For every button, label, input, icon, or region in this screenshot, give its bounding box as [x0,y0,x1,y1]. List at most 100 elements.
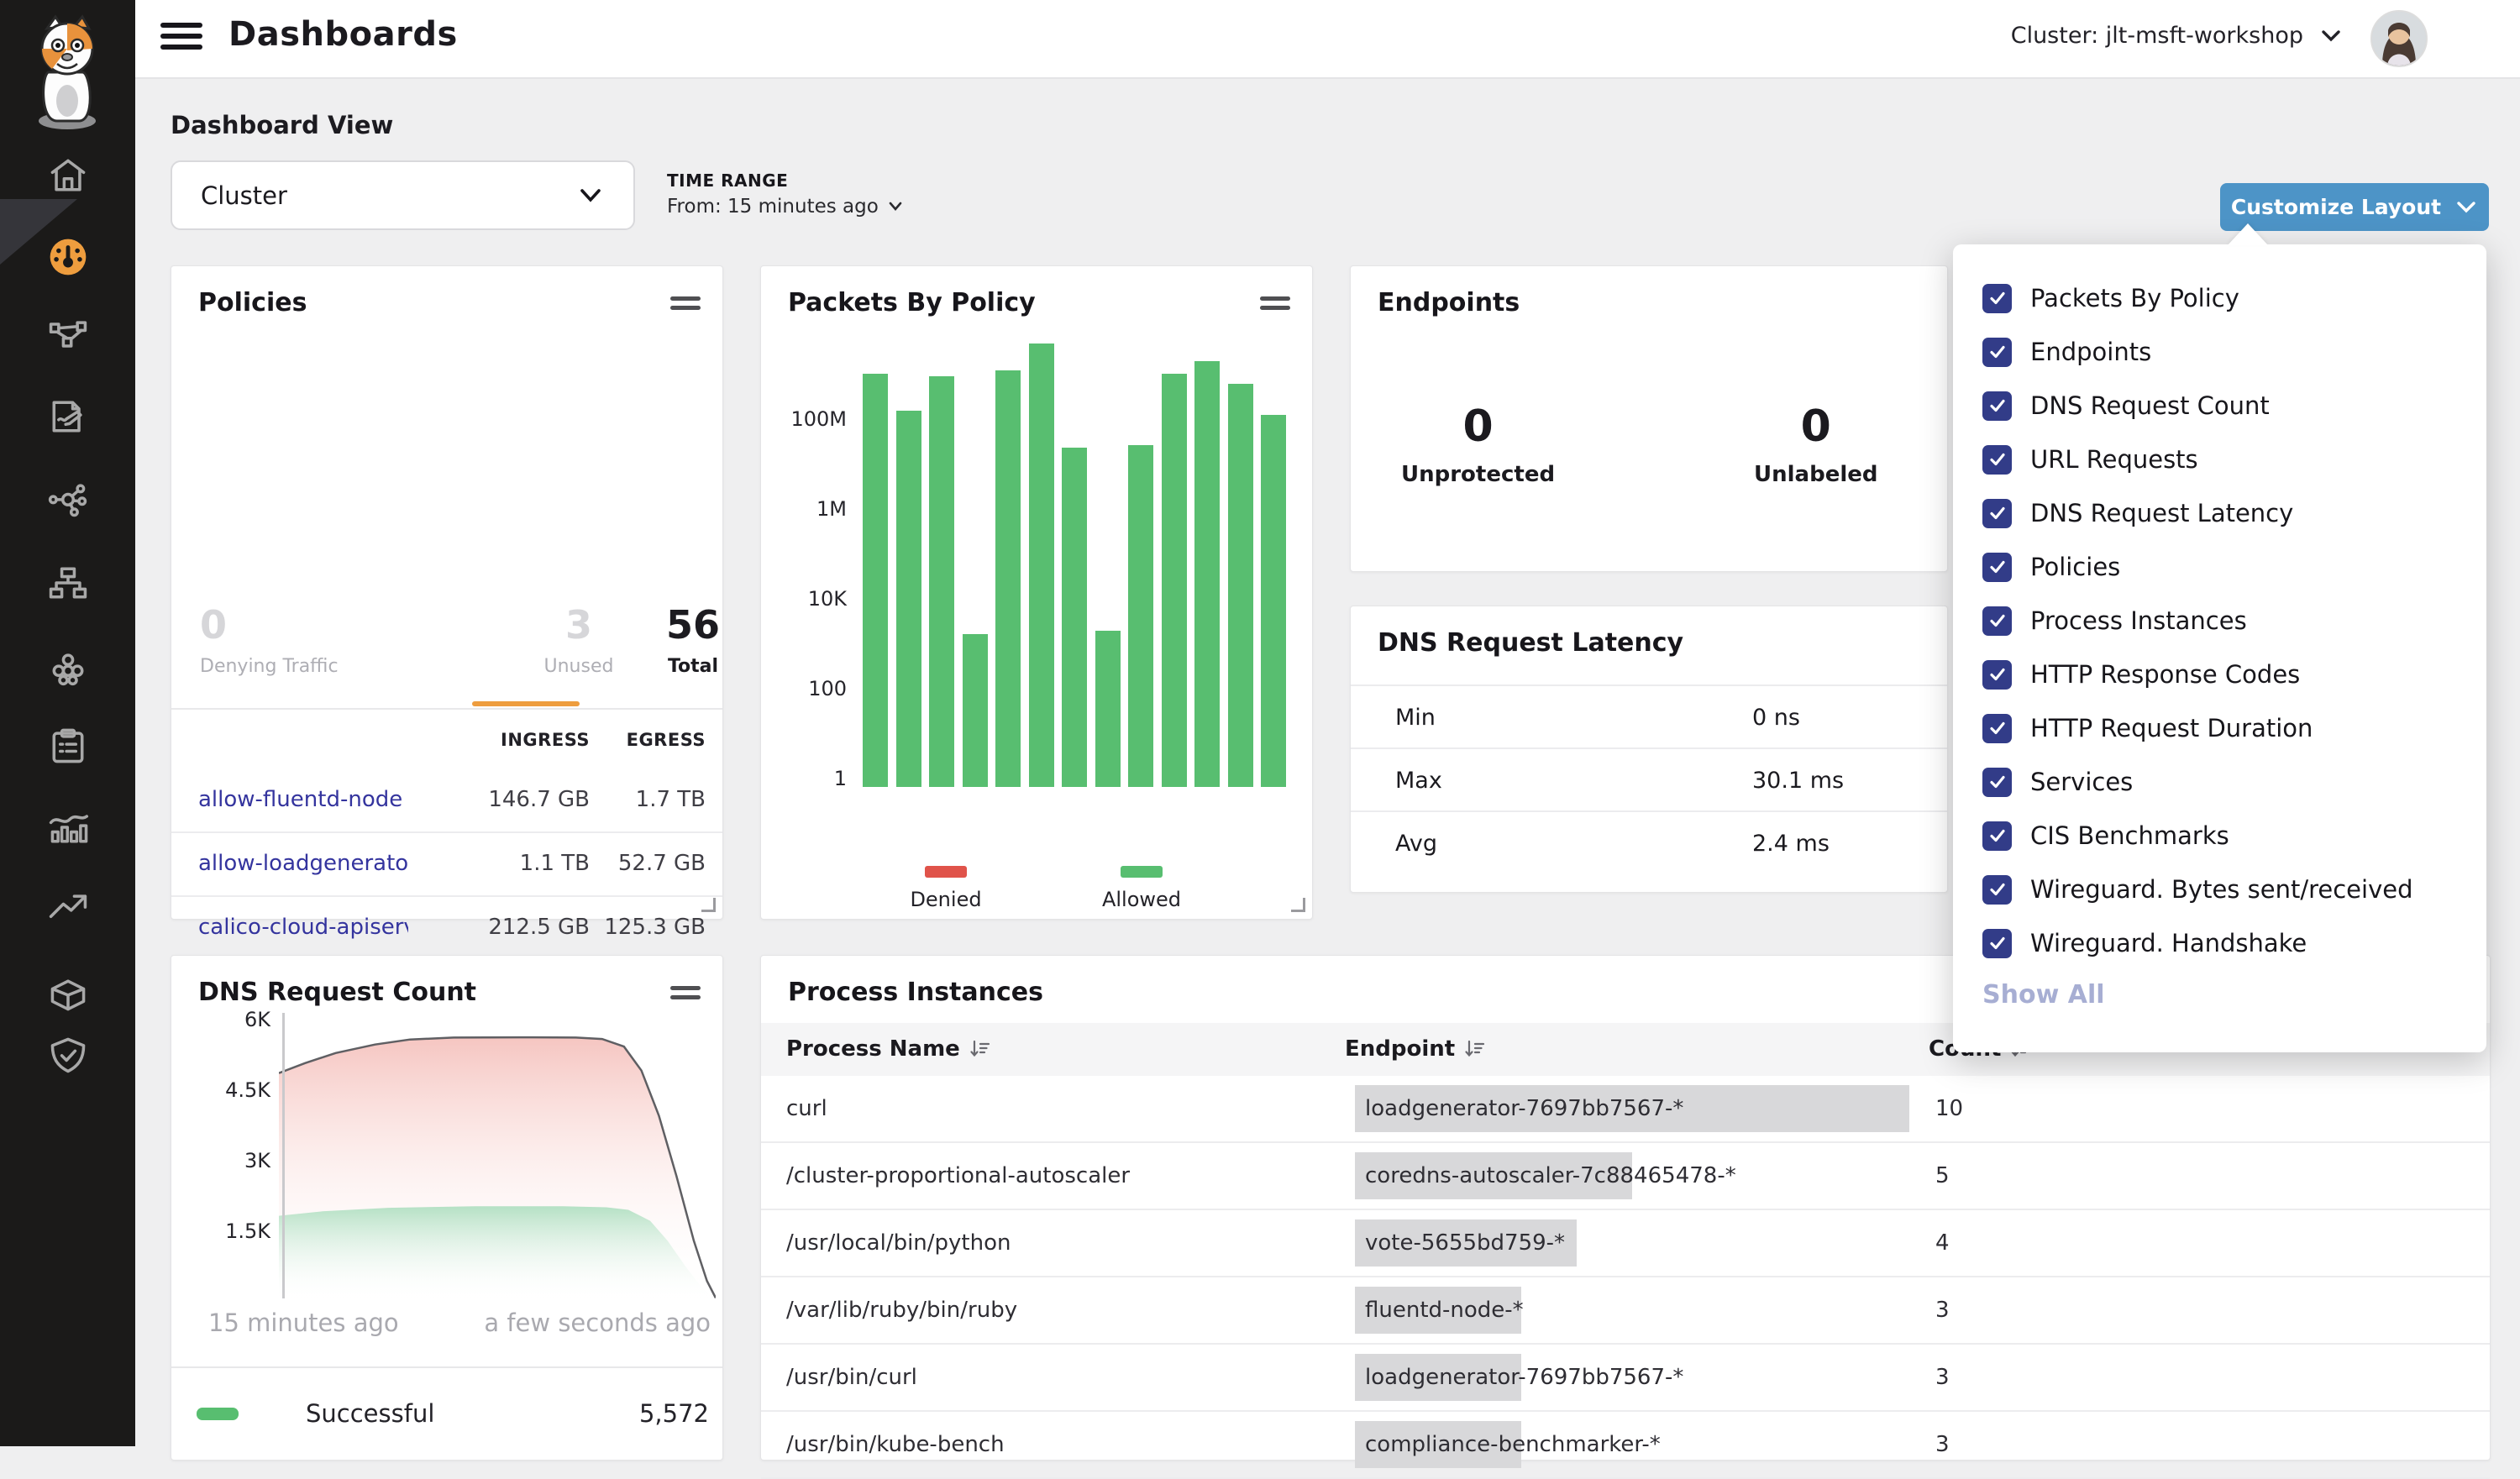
bar-allowed[interactable] [1261,415,1286,787]
x-axis-left-label: 15 minutes ago [208,1309,399,1337]
policy-egress-value: 125.3 GB [596,915,706,940]
bar-allowed[interactable] [1029,344,1054,787]
sidebar-item-compliance-reports[interactable] [0,721,135,771]
checkbox-checked-icon[interactable] [1982,284,2012,313]
policies-stat-unused[interactable]: 3Unused [524,606,633,677]
checkbox-checked-icon[interactable] [1982,714,2012,743]
checkbox-checked-icon[interactable] [1982,553,2012,582]
card-title: Packets By Policy [788,288,1036,317]
sidebar-item-cluster-hierarchy[interactable] [0,558,135,608]
layout-menu-item-endpoints[interactable]: Endpoints [1982,325,2151,379]
cluster-hierarchy-icon [46,561,90,605]
legend-successful-label: Successful [306,1399,434,1428]
y-axis-tick: 1 [771,767,847,790]
layout-menu-item-cis-benchmarks[interactable]: CIS Benchmarks [1982,809,2229,863]
checkbox-checked-icon[interactable] [1982,821,2012,851]
time-range-value[interactable]: From: 15 minutes ago [667,196,904,218]
policy-link[interactable]: calico-cloud-apiserver-… [198,915,408,940]
sidebar-item-activity[interactable] [0,802,135,852]
policy-link[interactable]: allow-loadgenerator [198,851,408,876]
bar-allowed[interactable] [995,370,1021,787]
sidebar-item-network-sets[interactable] [0,473,135,523]
y-axis-tick: 1.5K [186,1219,270,1243]
bar-allowed[interactable] [1162,374,1187,787]
column-header-endpoint[interactable]: Endpoint [1345,1036,1485,1065]
checkbox-checked-icon[interactable] [1982,929,2012,958]
card-title: DNS Request Count [198,978,476,1007]
dashboard-view-select[interactable]: Cluster [171,160,635,230]
endpoint-value[interactable]: compliance-benchmarker-* [1365,1432,1661,1457]
bar-allowed[interactable] [1194,361,1220,787]
policies-stat-denying-traffic[interactable]: 0Denying Traffic [200,606,469,677]
layout-menu-item-dns-request-latency[interactable]: DNS Request Latency [1982,486,2293,540]
policy-link[interactable]: allow-fluentd-node [198,787,408,812]
checkbox-checked-icon[interactable] [1982,606,2012,636]
layout-menu-item-wireguard-bytes-sent-received[interactable]: Wireguard. Bytes sent/received [1982,863,2413,916]
checkbox-checked-icon[interactable] [1982,391,2012,421]
compliance-reports-icon [46,724,90,768]
sidebar-item-home[interactable] [0,150,135,201]
endpoint-value[interactable]: fluentd-node-* [1365,1298,1524,1323]
sidebar-item-image-assurance[interactable] [0,968,135,1019]
dashboards-icon [46,235,90,279]
drag-handle-icon[interactable] [670,986,701,1004]
cluster-selector[interactable]: Cluster: jlt-msft-workshop [2011,23,2344,49]
endpoint-value[interactable]: loadgenerator-7697bb7567-* [1365,1365,1683,1390]
y-axis-tick: 4.5K [186,1078,270,1102]
sidebar-item-dashboards[interactable] [0,232,135,282]
policies-stat-total[interactable]: 56Total [638,606,748,677]
checkbox-checked-icon[interactable] [1982,338,2012,367]
column-header-process-name[interactable]: Process Name [786,1036,990,1065]
endpoint-value[interactable]: vote-5655bd759-* [1365,1230,1565,1256]
sidebar-item-service-graph[interactable] [0,310,135,360]
layout-menu-item-services[interactable]: Services [1982,755,2133,809]
home-icon [46,154,90,197]
layout-menu-item-wireguard-handshake[interactable]: Wireguard. Handshake [1982,916,2307,970]
drag-handle-icon[interactable] [670,296,701,315]
calico-cat-logo[interactable] [24,13,112,131]
endpoint-value[interactable]: coredns-autoscaler-7c88465478-* [1365,1163,1736,1188]
layout-menu-item-dns-request-count[interactable]: DNS Request Count [1982,379,2270,433]
sidebar-item-threat-defense[interactable] [0,1030,135,1080]
layout-menu-item-http-request-duration[interactable]: HTTP Request Duration [1982,701,2313,755]
column-header-egress[interactable]: EGRESS [596,730,706,750]
checkbox-checked-icon[interactable] [1982,499,2012,528]
sidebar-item-alerts[interactable] [0,884,135,934]
bar-allowed[interactable] [1095,631,1121,787]
policy-egress-value: 52.7 GB [596,851,706,876]
layout-menu-item-http-response-codes[interactable]: HTTP Response Codes [1982,648,2300,701]
network-sets-icon [46,476,90,520]
sidebar-item-policies[interactable] [0,391,135,442]
bar-allowed[interactable] [963,634,988,787]
bar-allowed[interactable] [863,374,888,787]
process-name: /cluster-proportional-autoscaler [786,1163,1130,1188]
process-name: /usr/local/bin/python [786,1230,1011,1256]
checkbox-checked-icon[interactable] [1982,445,2012,475]
bar-allowed[interactable] [1228,384,1253,787]
bar-allowed[interactable] [929,376,954,787]
process-name: /var/lib/ruby/bin/ruby [786,1298,1017,1323]
process-row: /usr/bin/curlloadgenerator-7697bb7567-*3 [761,1345,2490,1412]
user-avatar[interactable] [2370,10,2428,67]
resize-handle[interactable] [701,898,716,912]
menu-hamburger-icon[interactable] [160,23,202,55]
bar-allowed[interactable] [896,411,921,787]
legend-denied-label: Denied [887,888,1005,911]
checkbox-checked-icon[interactable] [1982,875,2012,905]
layout-menu-item-url-requests[interactable]: URL Requests [1982,433,2198,486]
show-all-link[interactable]: Show All [1982,980,2105,1010]
layout-menu-item-policies[interactable]: Policies [1982,540,2120,594]
sidebar-item-endpoints[interactable] [0,642,135,693]
column-header-ingress[interactable]: INGRESS [422,730,590,750]
drag-handle-icon[interactable] [1260,296,1290,315]
bar-allowed[interactable] [1128,445,1153,787]
layout-menu-item-process-instances[interactable]: Process Instances [1982,594,2247,648]
checkbox-checked-icon[interactable] [1982,768,2012,797]
resize-handle[interactable] [1291,898,1305,912]
divider [171,1366,722,1368]
legend-successful-swatch [197,1408,239,1420]
bar-allowed[interactable] [1062,448,1087,787]
layout-menu-item-packets-by-policy[interactable]: Packets By Policy [1982,271,2239,325]
checkbox-checked-icon[interactable] [1982,660,2012,690]
endpoint-value[interactable]: loadgenerator-7697bb7567-* [1365,1096,1683,1121]
